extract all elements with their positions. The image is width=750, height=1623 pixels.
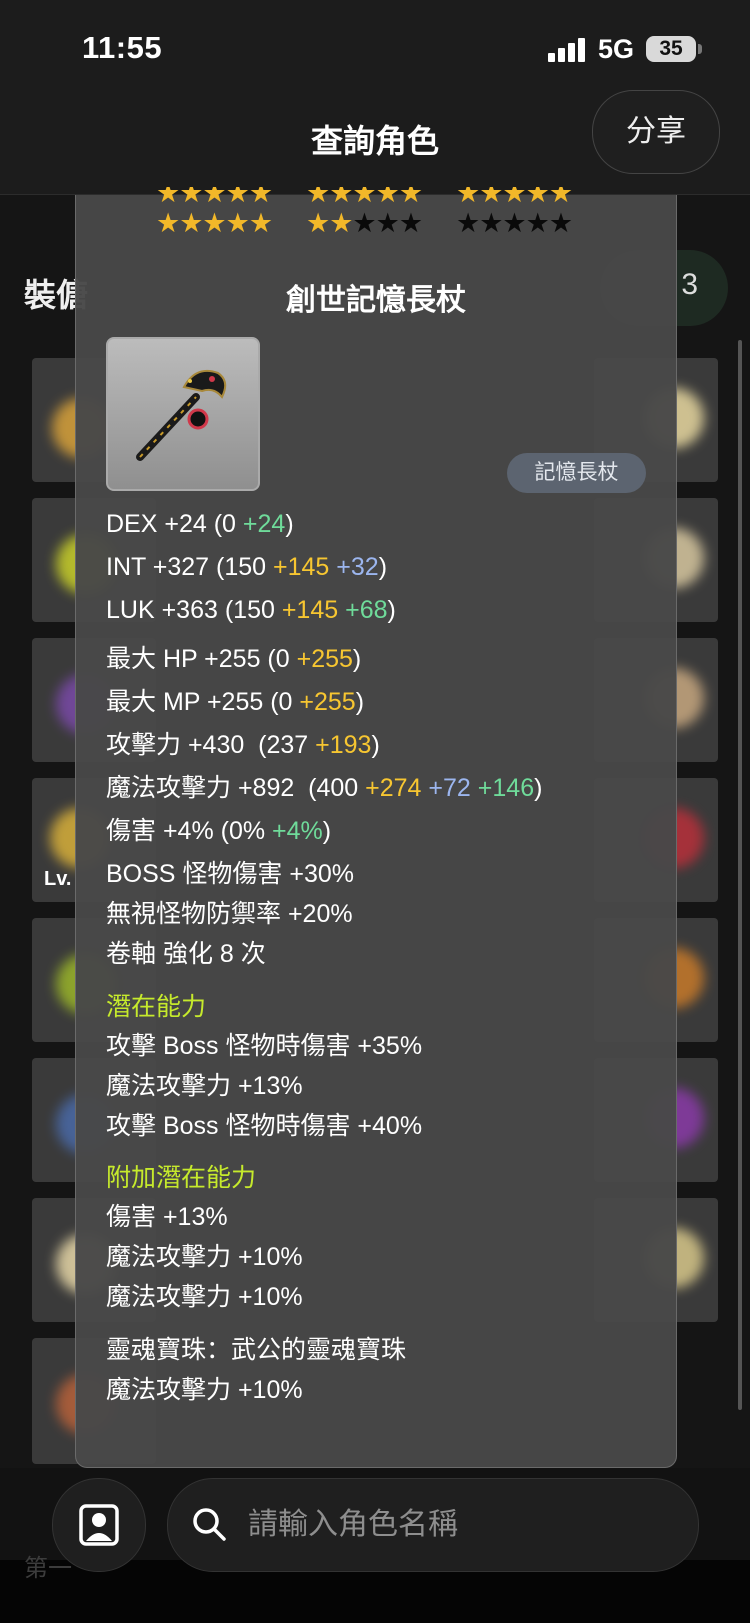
search-icon — [193, 1508, 226, 1541]
stat-base: INT +327 (150 — [106, 553, 274, 581]
stat-line: 最大 HP +255 (0 +255) — [106, 639, 361, 675]
star-icon: ★★★★★ — [306, 208, 423, 238]
star-icon: ★★★★★ — [156, 187, 273, 207]
item-name: 創世記憶長杖 — [286, 284, 466, 317]
stat-base: LUK +363 (150 — [106, 596, 282, 624]
status-bar: 11:55 5G 35 — [0, 0, 750, 90]
stat-base: 魔法攻擊力 +892 (400 — [106, 774, 366, 802]
stat-line: 魔法攻擊力 +892 (400 +274 +72 +146) — [106, 768, 542, 804]
stat-base: 攻擊力 +430 (237 — [106, 731, 316, 759]
user-card-icon — [79, 1504, 119, 1546]
potential-line: 攻擊 Boss 怪物時傷害 +35% — [106, 1032, 423, 1060]
profile-button[interactable] — [52, 1478, 146, 1572]
item-type-badge: 記憶長杖 — [507, 453, 646, 493]
stat-tail: ) — [387, 596, 396, 624]
status-time: 11:55 — [82, 30, 163, 65]
app-header: 查詢角色 分享 — [0, 90, 750, 195]
stat-tail: ) — [322, 817, 332, 845]
boss-damage-line: BOSS 怪物傷害 +30% — [106, 860, 354, 888]
scrollbar[interactable] — [738, 340, 742, 1410]
scroll-upgrade-line: 卷軸 強化 8 次 — [106, 940, 266, 968]
stat-tail: ) — [378, 553, 388, 581]
item-tooltip: ★★★★★ ★★★★★ ★★★★★ ★★★★★ ★★★★★ ★★★★★ 創世記憶… — [75, 187, 677, 1468]
soul-name: 靈魂寶珠：武公的靈魂寶珠 — [106, 1336, 407, 1364]
stat-tail: ) — [285, 510, 294, 538]
stat-bonus: +255 — [299, 688, 356, 716]
star-icon: ★★★★★ — [156, 208, 273, 238]
stat-bonus: +193 — [315, 731, 372, 759]
additional-potential-line: 魔法攻擊力 +10% — [106, 1283, 303, 1311]
stat-tail: ) — [352, 645, 362, 673]
stat-tail: ) — [371, 731, 380, 759]
stat-line: 傷害 +4% (0% +4%) — [106, 811, 331, 847]
potential-line: 魔法攻擊力 +13% — [106, 1072, 303, 1100]
stat-line: 最大 MP +255 (0 +255) — [106, 682, 364, 718]
additional-potential-title: 附加潛在能力 — [106, 1164, 257, 1192]
stat-base: 傷害 +4% (0% — [106, 817, 273, 845]
star-icon: ★★★★★ — [306, 187, 423, 207]
potential-title: 潛在能力 — [106, 993, 207, 1021]
item-image — [106, 337, 260, 491]
staff-icon — [136, 369, 227, 461]
additional-potential-line: 傷害 +13% — [106, 1203, 228, 1231]
stat-base: 最大 MP +255 (0 — [106, 688, 300, 716]
stat-base: DEX +24 (0 — [106, 510, 243, 538]
stat-line: 攻擊力 +430 (237 +193) — [106, 725, 380, 761]
potential-line: 攻擊 Boss 怪物時傷害 +40% — [106, 1112, 423, 1140]
stat-bonus: +146 — [477, 774, 535, 802]
network-label: 5G — [598, 34, 635, 64]
battery-icon: 35 — [646, 36, 696, 62]
search-input[interactable] — [246, 1497, 670, 1553]
additional-potential-line: 魔法攻擊力 +10% — [106, 1243, 303, 1271]
stat-line: DEX +24 (0 +24) — [106, 510, 294, 539]
stat-line: INT +327 (150 +145 +32) — [106, 553, 387, 582]
stat-bonus: +274 — [365, 774, 422, 802]
level-tag: Lv. — [44, 868, 72, 890]
stat-base: 最大 HP +255 (0 — [106, 645, 297, 673]
stat-tail: ) — [355, 688, 365, 716]
star-icon: ★★★★★ — [456, 187, 573, 207]
soul-effect: 魔法攻擊力 +10% — [106, 1376, 303, 1404]
equipment-count: 3 — [681, 268, 698, 301]
stat-bonus: +255 — [296, 645, 353, 673]
stat-tail: ) — [534, 774, 543, 802]
share-button[interactable]: 分享 — [592, 90, 720, 174]
ignore-defense-line: 無視怪物防禦率 +20% — [106, 900, 353, 928]
star-row-1: ★★★★★ ★★★★★ ★★★★★ — [156, 187, 596, 207]
stat-bonus: +72 — [428, 774, 471, 802]
search-bar[interactable] — [167, 1478, 699, 1572]
stat-line: LUK +363 (150 +145 +68) — [106, 596, 396, 625]
stat-bonus: +145 — [281, 596, 339, 624]
star-row-2: ★★★★★ ★★★★★ ★★★★★ — [156, 209, 596, 237]
stat-bonus: +4% — [272, 817, 323, 845]
stat-bonus: +24 — [242, 510, 286, 538]
stat-bonus: +32 — [336, 553, 379, 581]
signal-icon — [548, 38, 586, 62]
battery-tip — [698, 44, 702, 54]
star-icon: ★★★★★ — [456, 208, 573, 238]
stat-bonus: +145 — [273, 553, 330, 581]
stat-bonus: +68 — [345, 596, 388, 624]
